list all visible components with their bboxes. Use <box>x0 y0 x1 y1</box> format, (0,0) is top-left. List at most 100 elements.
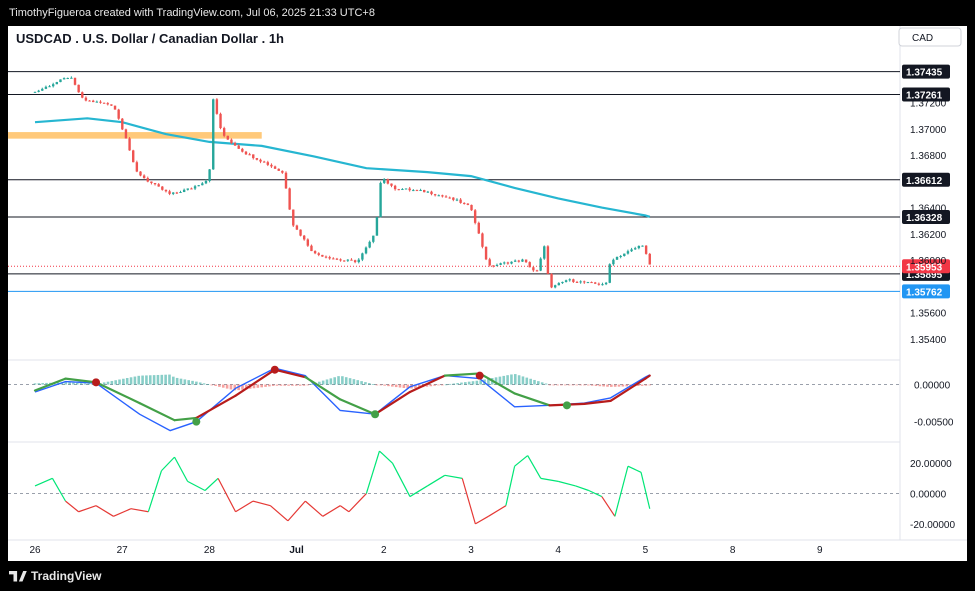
histogram-bar <box>179 378 183 385</box>
candle-body <box>62 78 66 80</box>
histogram-bar <box>579 384 582 386</box>
histogram-bar <box>83 383 87 385</box>
candle-body <box>81 92 84 98</box>
candle-body <box>252 154 255 159</box>
histogram-bar <box>391 384 394 387</box>
momentum-tick-label: 0.00000 <box>910 490 947 501</box>
candle-body <box>604 282 608 285</box>
histogram-bar <box>471 381 475 385</box>
candle-body <box>386 179 390 184</box>
candle-body <box>597 283 601 285</box>
candle-body <box>615 256 619 260</box>
candle-body <box>499 263 502 265</box>
histogram-bar <box>183 379 187 385</box>
histogram-bar <box>287 384 290 386</box>
candle-body <box>281 170 284 173</box>
candle-body <box>335 258 339 260</box>
histogram-bar <box>379 384 383 386</box>
candle-body <box>132 150 135 163</box>
candle-body <box>528 262 531 268</box>
histogram-bar <box>552 384 556 386</box>
histogram-bar <box>195 381 198 385</box>
histogram-bar <box>260 384 263 388</box>
histogram-bar <box>118 379 121 385</box>
histogram-bar <box>367 383 371 385</box>
candle-body <box>524 259 528 263</box>
histogram-bar <box>540 382 544 385</box>
chart-panel[interactable]: 1.37435 1.37261 1.36612 1.36328 1.35895 1.359… <box>8 26 967 561</box>
candle-body <box>299 229 302 236</box>
time-tick-label: 3 <box>468 545 474 556</box>
tradingview-logo[interactable]: TradingView <box>9 569 101 583</box>
candle-body <box>99 101 102 103</box>
candle-body <box>481 233 484 247</box>
candle-body <box>521 259 524 262</box>
time-tick-label: Jul <box>289 545 304 556</box>
histogram-bar <box>352 379 356 385</box>
candle-body <box>313 251 317 254</box>
histogram-bar <box>610 384 613 387</box>
candle-body <box>350 259 353 261</box>
candle-body <box>441 195 444 197</box>
candle-body <box>179 192 182 194</box>
histogram-bar <box>383 384 386 386</box>
histogram-bar <box>68 382 71 385</box>
candle-body <box>353 260 357 263</box>
candle-body <box>444 196 448 198</box>
candle-body <box>190 188 193 190</box>
histogram-bar <box>521 376 525 385</box>
price-tick-label: 1.35600 <box>910 309 947 320</box>
candle-body <box>390 183 393 186</box>
candle-body <box>302 235 306 240</box>
histogram-bar <box>640 384 644 386</box>
candle-body <box>84 97 88 101</box>
histogram-bar <box>152 375 156 385</box>
candle-body <box>492 265 495 267</box>
candle-body <box>590 282 593 284</box>
candle-body <box>95 101 99 103</box>
histogram-bar <box>198 382 202 385</box>
candle-body <box>637 245 641 249</box>
histogram-bar <box>160 374 164 385</box>
histogram-bar <box>548 384 552 386</box>
time-tick-label: 27 <box>117 545 129 556</box>
candle-body <box>561 281 564 284</box>
price-tick-label: 1.36000 <box>910 256 947 267</box>
candle-body <box>448 197 451 199</box>
candle-body <box>157 184 160 187</box>
histogram-bar <box>294 384 298 386</box>
candle-body <box>357 259 360 263</box>
candle-body <box>51 84 55 87</box>
candle-body <box>92 100 95 103</box>
candle-body <box>455 199 459 201</box>
candle-body <box>244 151 248 155</box>
histogram-bar <box>114 380 117 385</box>
histogram-bar <box>464 382 467 385</box>
candle-body <box>219 113 222 129</box>
candle-body <box>430 191 433 195</box>
candle-body <box>193 186 197 189</box>
candle-body <box>270 164 273 167</box>
histogram-bar <box>225 384 229 389</box>
candle-body <box>292 209 295 226</box>
credit-text: TimothyFigueroa created with TradingView… <box>9 7 375 19</box>
histogram-bar <box>298 384 302 386</box>
candle-body <box>226 135 229 140</box>
histogram-bar <box>460 382 463 385</box>
candle-body <box>88 100 91 102</box>
chart-svg[interactable]: 1.374351.372611.366121.363281.358951.359… <box>8 26 967 561</box>
candle-body <box>241 148 244 152</box>
histogram-bar <box>164 374 167 385</box>
candle-body <box>182 189 186 193</box>
histogram-bar <box>513 374 517 385</box>
histogram-bar <box>175 377 179 385</box>
histogram-bar <box>433 384 436 386</box>
candle-body <box>230 139 233 144</box>
price-level-label: 1.36328 <box>906 213 943 224</box>
candle-body <box>375 217 379 236</box>
histogram-bar <box>329 378 333 385</box>
candle-body <box>488 259 491 266</box>
candle-body <box>164 189 168 192</box>
currency-label[interactable]: CAD <box>912 33 933 44</box>
histogram-bar <box>356 380 360 385</box>
